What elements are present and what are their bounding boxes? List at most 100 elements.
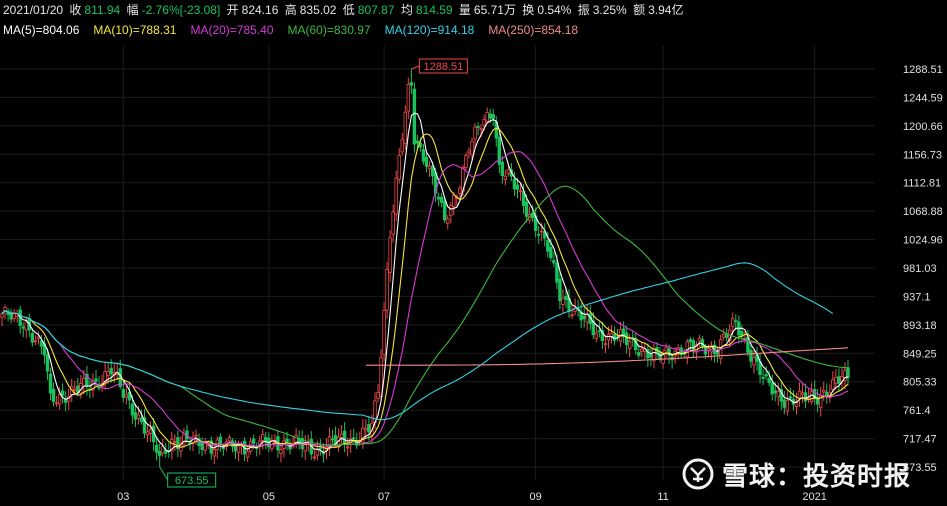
y-tick-label: 1112.81 xyxy=(903,178,941,190)
y-tick-label: 717.47 xyxy=(903,434,937,446)
candle-body xyxy=(485,112,489,122)
x-tick-label: 05 xyxy=(263,491,275,503)
amount-value: 3.94亿 xyxy=(648,3,684,17)
candle-body xyxy=(376,392,380,399)
x-tick-label: 11 xyxy=(657,491,668,503)
candle-body xyxy=(846,367,850,379)
candle-body xyxy=(33,340,38,343)
candle-body xyxy=(394,177,398,215)
candle-body xyxy=(397,155,401,180)
candle-body xyxy=(48,373,53,394)
candle-body xyxy=(315,448,320,456)
candle-body xyxy=(109,367,113,375)
y-tick-label: 1244.59 xyxy=(903,92,943,104)
ma-legend-item: MA(20)=785.40 xyxy=(190,23,274,37)
candle-body xyxy=(430,166,435,177)
candle-body xyxy=(803,392,808,402)
candle-body xyxy=(512,178,517,190)
candle-body xyxy=(24,321,28,331)
candle-body xyxy=(148,429,153,434)
candle-body xyxy=(467,150,471,154)
candle-body xyxy=(603,343,608,346)
candle-body xyxy=(597,330,602,332)
candle-body xyxy=(546,240,550,252)
candle-body xyxy=(412,88,417,145)
candle-body xyxy=(537,233,541,236)
candle-body xyxy=(540,230,544,233)
candle-body xyxy=(609,332,614,337)
candle-body xyxy=(400,139,404,153)
candle-body xyxy=(36,336,41,339)
y-tick-label: 893.18 xyxy=(903,320,937,332)
candle-body xyxy=(227,436,232,442)
ma-legend-item: MA(120)=914.18 xyxy=(384,23,475,37)
candle-body xyxy=(734,320,738,323)
candle-body xyxy=(251,438,256,444)
y-tick-label: 1200.66 xyxy=(903,121,943,133)
candle-body xyxy=(364,427,368,431)
candle-body xyxy=(649,354,653,358)
candle-body xyxy=(173,440,177,443)
close-value: 811.94 xyxy=(84,3,121,17)
x-tick-label: 03 xyxy=(117,491,129,503)
y-tick-label: 1288.51 xyxy=(903,64,943,76)
amplitude-label: 振 xyxy=(577,3,590,17)
x-tick-label: 2021 xyxy=(802,491,826,503)
ma-legend-item: MA(250)=854.18 xyxy=(488,23,579,37)
annotation-leader xyxy=(159,466,169,481)
candle-body xyxy=(555,262,559,283)
candle-body xyxy=(506,169,511,174)
candle-body xyxy=(212,448,216,457)
volume-label: 量 xyxy=(458,3,471,17)
amplitude-value: 3.25% xyxy=(592,3,627,17)
candle-body xyxy=(721,333,726,338)
candle-body xyxy=(285,438,289,443)
candle-body xyxy=(94,378,98,382)
candle-body xyxy=(688,339,693,342)
candle-body xyxy=(106,371,110,376)
y-tick-label: 805.33 xyxy=(903,377,937,389)
annotation-label: 1288.51 xyxy=(423,61,463,73)
candle-body xyxy=(582,315,586,320)
candle-body xyxy=(424,157,429,167)
candle-body xyxy=(45,354,50,372)
candle-body xyxy=(731,318,735,327)
candle-body xyxy=(564,295,568,300)
candle-body xyxy=(627,341,632,349)
candle-body xyxy=(245,451,250,458)
candle-body xyxy=(834,377,838,384)
candle-body xyxy=(279,449,283,454)
candle-body xyxy=(82,377,86,387)
candle-body xyxy=(409,82,414,86)
candle-body xyxy=(782,399,787,408)
candle-body xyxy=(452,194,456,207)
y-tick-label: 1156.73 xyxy=(903,149,942,161)
candle-body xyxy=(436,196,441,200)
candle-body xyxy=(439,196,444,203)
candle-body xyxy=(561,297,565,305)
ma-legend-item: MA(5)=804.06 xyxy=(3,23,80,37)
candle-body xyxy=(30,332,35,343)
candle-body xyxy=(800,392,805,395)
candle-body xyxy=(200,442,204,450)
candle-body xyxy=(391,211,395,235)
candle-body xyxy=(382,309,386,356)
watermark: 雪球：投资时报 xyxy=(682,456,911,492)
candle-body xyxy=(837,376,841,384)
y-tick-label: 1024.96 xyxy=(903,235,943,247)
candle-body xyxy=(752,357,756,366)
candlestick-chart[interactable]: 1288.51 1244.59 1200.66 1156.73 1112.81 1068.… xyxy=(0,0,947,506)
candle-body xyxy=(473,126,477,140)
low-value: 807.87 xyxy=(357,3,395,17)
change-value: -2.76%[-23.08] xyxy=(141,3,221,17)
y-tick-label: 849.25 xyxy=(903,348,937,360)
candle-body xyxy=(464,155,468,168)
candle-body xyxy=(318,447,323,450)
candle-body xyxy=(594,332,599,340)
candle-body xyxy=(345,446,350,449)
candle-body xyxy=(558,278,562,302)
candle-body xyxy=(60,390,65,396)
candle-body xyxy=(73,388,77,391)
candle-body xyxy=(761,376,765,379)
candle-body xyxy=(488,113,492,119)
